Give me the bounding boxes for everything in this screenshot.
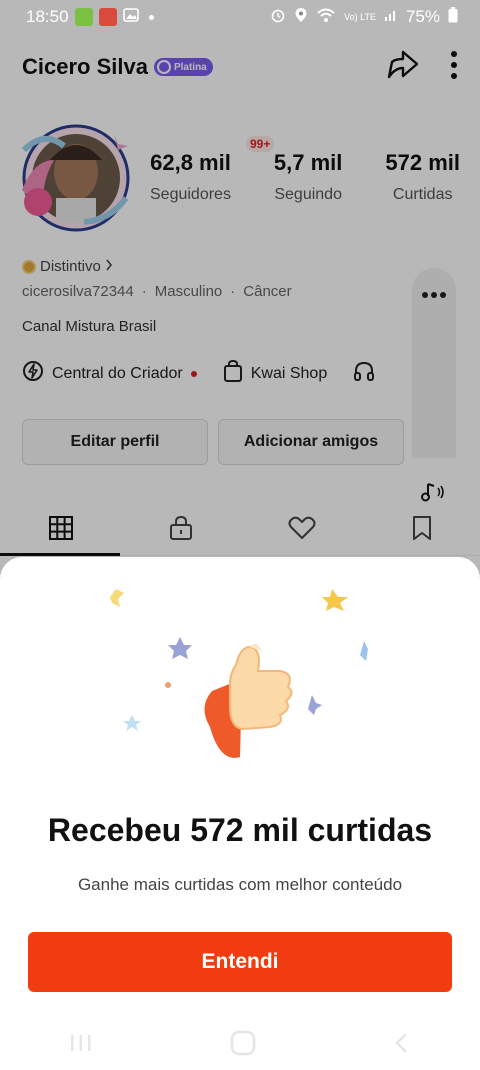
star-icon (308, 695, 322, 715)
status-bar: 18:50 Vo) LTE 75% (0, 0, 480, 34)
thumbs-up-illustration (90, 567, 390, 777)
likes-bottom-sheet: Recebeu 572 mil curtidas Ganhe mais curt… (0, 557, 480, 1070)
likes-title: Recebeu 572 mil curtidas (47, 812, 433, 848)
home-icon[interactable] (230, 1030, 256, 1061)
star-icon (322, 589, 348, 611)
app-notification-icon (74, 8, 93, 26)
recent-apps-icon[interactable] (68, 1032, 94, 1059)
wifi-icon (316, 7, 336, 28)
star-icon (168, 637, 192, 659)
star-icon (360, 641, 368, 661)
battery-icon (448, 6, 458, 28)
status-time: 18:50 (26, 7, 69, 26)
app-notification-icon (98, 8, 117, 26)
likes-subtitle: Ganhe mais curtidas com melhor conteúdo (77, 875, 403, 894)
gallery-icon (122, 7, 139, 28)
alarm-icon (270, 7, 286, 28)
got-it-button[interactable]: Entendi (28, 932, 452, 992)
signal-icon (384, 7, 398, 27)
star-icon (123, 715, 141, 731)
battery-level: 75% (405, 7, 440, 26)
back-icon[interactable] (392, 1031, 412, 1060)
location-icon (294, 7, 308, 28)
star-icon (110, 589, 124, 607)
more-notifications-dot (148, 14, 154, 20)
system-nav-bar (0, 1020, 480, 1070)
network-type: Vo) LTE (344, 11, 376, 22)
sparkle-icon (165, 682, 171, 688)
